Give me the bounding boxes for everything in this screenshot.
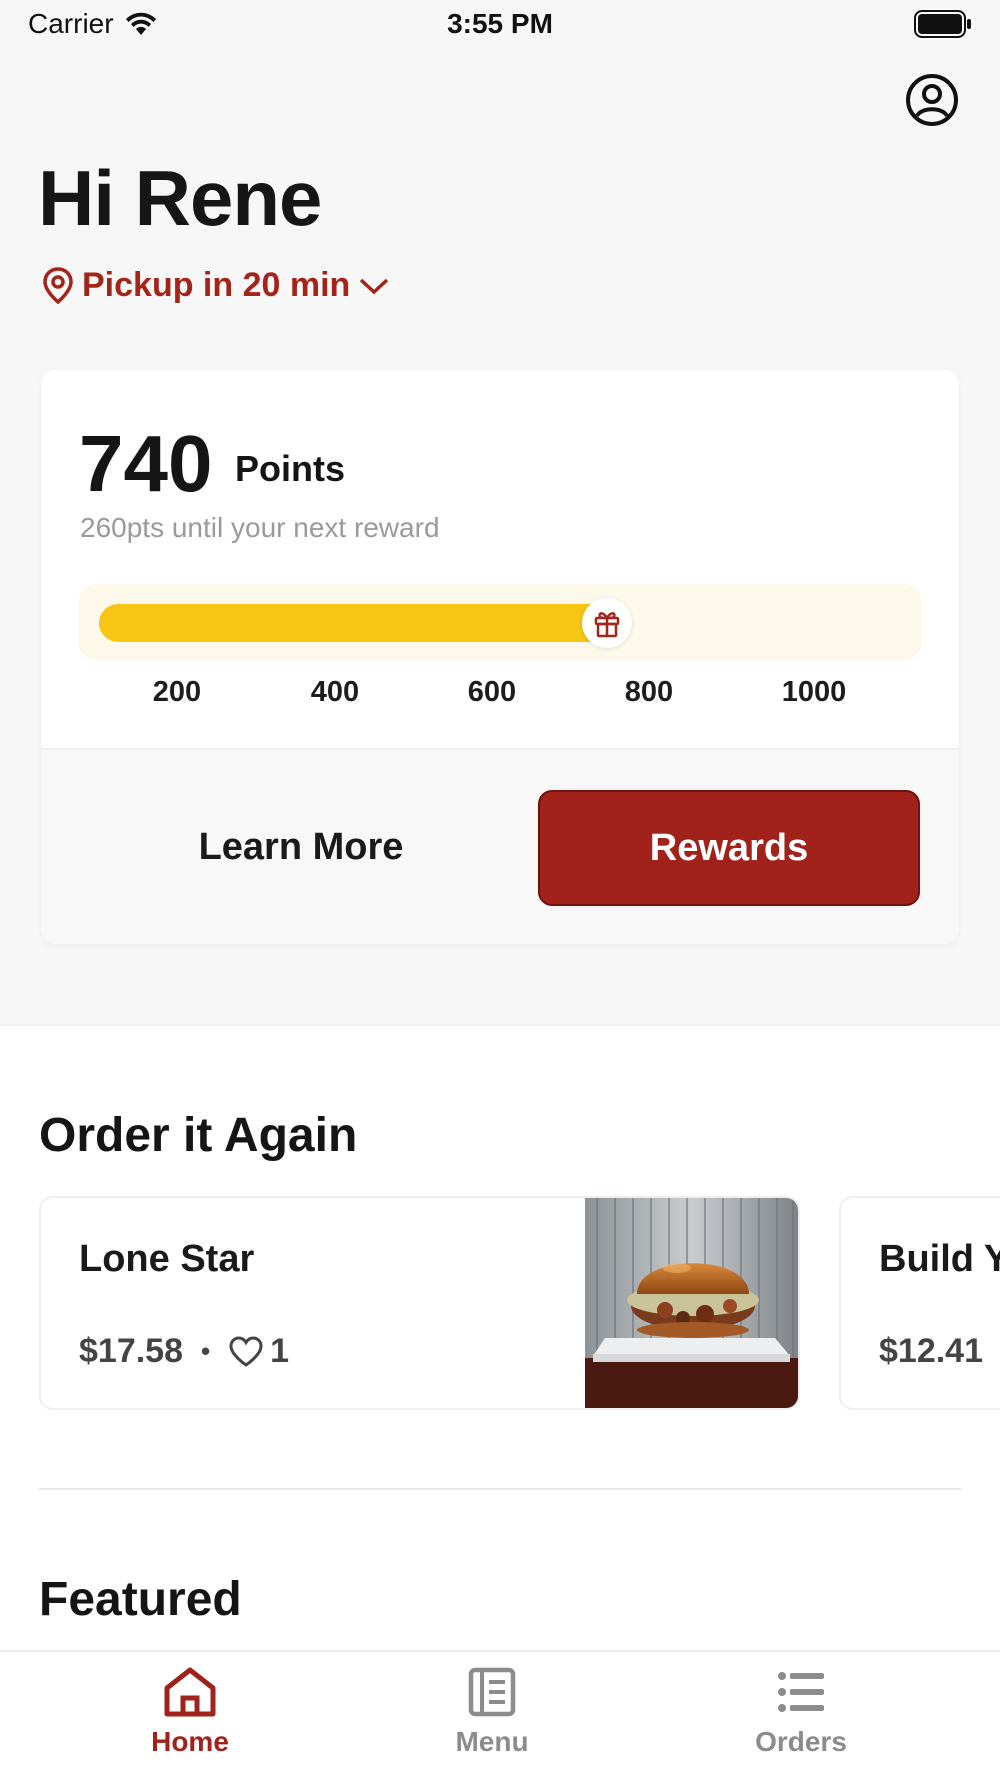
pickup-selector[interactable]: Pickup in 20 min [42, 266, 390, 305]
status-time: 3:55 PM [447, 8, 553, 39]
burger-photo [585, 1198, 798, 1408]
tab-menu[interactable]: Menu [392, 1666, 592, 1758]
progress-fill [99, 604, 612, 642]
chevron-down-icon [360, 278, 389, 294]
rewards-button[interactable]: Rewards [538, 790, 920, 906]
points-subtitle: 260pts until your next reward [80, 512, 440, 543]
heart-icon[interactable] [228, 1335, 264, 1368]
greeting-title: Hi Rene [38, 154, 322, 242]
tab-home[interactable]: Home [90, 1666, 290, 1758]
tab-bar: Home Menu Orders [0, 1650, 1000, 1778]
menu-book-icon [468, 1667, 516, 1717]
tab-orders-label: Orders [755, 1726, 847, 1757]
order-item-name: Build Y [879, 1238, 1000, 1280]
order-item-price: $12.41 [879, 1332, 983, 1370]
pickup-label: Pickup in 20 min [82, 266, 351, 304]
order-card[interactable]: Lone Star $17.58 • 1 [39, 1196, 800, 1410]
tick-label: 200 [152, 676, 202, 708]
learn-more-button[interactable]: Learn More [41, 790, 561, 904]
points-summary: 740 Points 260pts until your next reward… [41, 370, 959, 748]
tab-menu-label: Menu [455, 1726, 529, 1757]
points-actions: Learn More Rewards [41, 748, 959, 944]
battery-icon [914, 10, 971, 38]
tick-label: 800 [624, 676, 674, 708]
order-item-price: $17.58 [79, 1332, 183, 1370]
tick-label: 1000 [781, 676, 847, 708]
tick-label: 400 [310, 676, 360, 708]
featured-title: Featured [39, 1573, 242, 1626]
order-item-name: Lone Star [79, 1238, 255, 1280]
status-bar: Carrier 3:55 PM [0, 0, 1000, 50]
tab-orders[interactable]: Orders [701, 1666, 901, 1758]
order-item-meta: $17.58 • 1 [79, 1332, 289, 1371]
tick-label: 600 [467, 676, 517, 708]
section-divider [39, 1488, 961, 1490]
progress-track [79, 584, 921, 660]
points-value: 740 [79, 419, 213, 508]
location-pin-icon [43, 266, 73, 304]
tab-home-label: Home [151, 1726, 229, 1757]
order-item-meta: $12.41 [879, 1332, 983, 1371]
profile-icon[interactable] [905, 73, 959, 127]
home-icon [164, 1667, 216, 1717]
gift-icon [581, 598, 632, 648]
order-item-likes: 1 [270, 1332, 290, 1370]
order-again-title: Order it Again [39, 1109, 358, 1162]
order-card[interactable]: Build Y $12.41 [839, 1196, 1000, 1410]
points-card: 740 Points 260pts until your next reward… [41, 370, 959, 944]
points-label: Points [235, 448, 346, 489]
list-icon [778, 1672, 824, 1712]
separator-dot: • [201, 1336, 211, 1366]
